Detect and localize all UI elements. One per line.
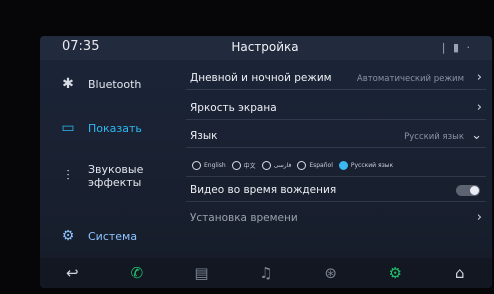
- sidebar-item-label: Звуковые эффекты: [88, 163, 144, 189]
- language-option-label: 中文: [243, 163, 256, 170]
- steering-wheel-icon[interactable]: ⊛: [298, 264, 363, 282]
- chevron-right-icon: ›: [476, 100, 482, 115]
- chevron-down-icon: ⌄: [471, 128, 482, 143]
- head-unit-screen: 07:35 Настройка | ▮ · ✱ Bluetooth ▭ Пока…: [40, 36, 492, 288]
- screen-brightness-row[interactable]: Яркость экрана ›: [186, 98, 486, 120]
- language-options: English 中文 فارسی Español Русский язык: [186, 155, 486, 177]
- radio-icon[interactable]: ▤: [169, 264, 234, 282]
- chevron-right-icon: ›: [476, 210, 482, 225]
- sidebar-item-system[interactable]: ⚙ Система: [40, 214, 180, 258]
- music-icon[interactable]: ♫: [234, 264, 299, 282]
- language-option-farsi[interactable]: فارسی: [261, 161, 292, 170]
- language-option-english[interactable]: English: [192, 161, 226, 170]
- status-bar: 07:35 Настройка | ▮ ·: [40, 36, 492, 60]
- day-night-mode-label: Дневной и ночной режим: [190, 72, 332, 84]
- video-while-driving-toggle[interactable]: [456, 185, 480, 196]
- toggle-knob: [470, 186, 479, 195]
- chevron-right-icon: ›: [476, 70, 482, 85]
- radio-icon: [231, 161, 241, 170]
- sidebar-item-sound-effects[interactable]: ⫶ Звуковые эффекты: [40, 154, 180, 198]
- day-night-mode-row[interactable]: Дневной и ночной режим Автоматический ре…: [186, 68, 486, 90]
- display-icon: ▭: [61, 120, 75, 136]
- sidebar-item-label: Bluetooth: [88, 77, 142, 91]
- bottom-navigation-bar: ↩ ✆ ▤ ♫ ⊛ ⚙ ⌂: [40, 258, 492, 288]
- language-value: Русский язык: [404, 132, 464, 142]
- screen-brightness-label: Яркость экрана: [190, 102, 277, 114]
- radio-icon: [192, 161, 201, 170]
- language-option-spanish[interactable]: Español: [297, 161, 333, 170]
- display-settings-list: Дневной и ночной режим Автоматический ре…: [186, 60, 492, 258]
- video-while-driving-row: Видео во время вождения: [186, 180, 486, 202]
- phone-icon[interactable]: ✆: [105, 264, 170, 282]
- sidebar-item-bluetooth[interactable]: ✱ Bluetooth: [40, 62, 180, 106]
- radio-selected-icon: [338, 161, 348, 170]
- time-setting-label: Установка времени: [190, 212, 298, 224]
- page-title: Настройка: [231, 40, 299, 54]
- bluetooth-icon: ✱: [62, 76, 74, 92]
- video-while-driving-label: Видео во время вождения: [190, 184, 337, 196]
- settings-sidebar: ✱ Bluetooth ▭ Показать ⫶ Звуковые эффект…: [40, 60, 180, 258]
- home-icon[interactable]: ⌂: [427, 264, 492, 282]
- language-option-chinese[interactable]: 中文: [231, 161, 256, 170]
- language-label: Язык: [190, 130, 218, 142]
- time-setting-row[interactable]: Установка времени ›: [186, 208, 486, 230]
- language-row[interactable]: Язык Русский язык ⌄: [186, 126, 486, 148]
- language-option-label: English: [204, 162, 226, 169]
- sidebar-item-label: Система: [88, 229, 138, 243]
- equalizer-icon: ⫶: [66, 168, 70, 184]
- clock: 07:35: [62, 39, 100, 54]
- radio-icon: [297, 161, 307, 170]
- radio-icon: [261, 161, 271, 170]
- sidebar-item-display[interactable]: ▭ Показать: [40, 106, 180, 150]
- settings-gear-icon[interactable]: ⚙: [363, 264, 428, 282]
- status-icons: | ▮ ·: [441, 41, 472, 54]
- language-option-label: Español: [309, 162, 333, 169]
- day-night-mode-value: Автоматический режим: [356, 74, 464, 84]
- language-option-label: فارسی: [273, 162, 292, 169]
- language-option-russian[interactable]: Русский язык: [338, 161, 394, 170]
- back-icon[interactable]: ↩: [40, 264, 105, 282]
- sidebar-item-label: Показать: [88, 121, 142, 135]
- gear-icon: ⚙: [61, 228, 75, 244]
- language-option-label: Русский язык: [350, 162, 394, 169]
